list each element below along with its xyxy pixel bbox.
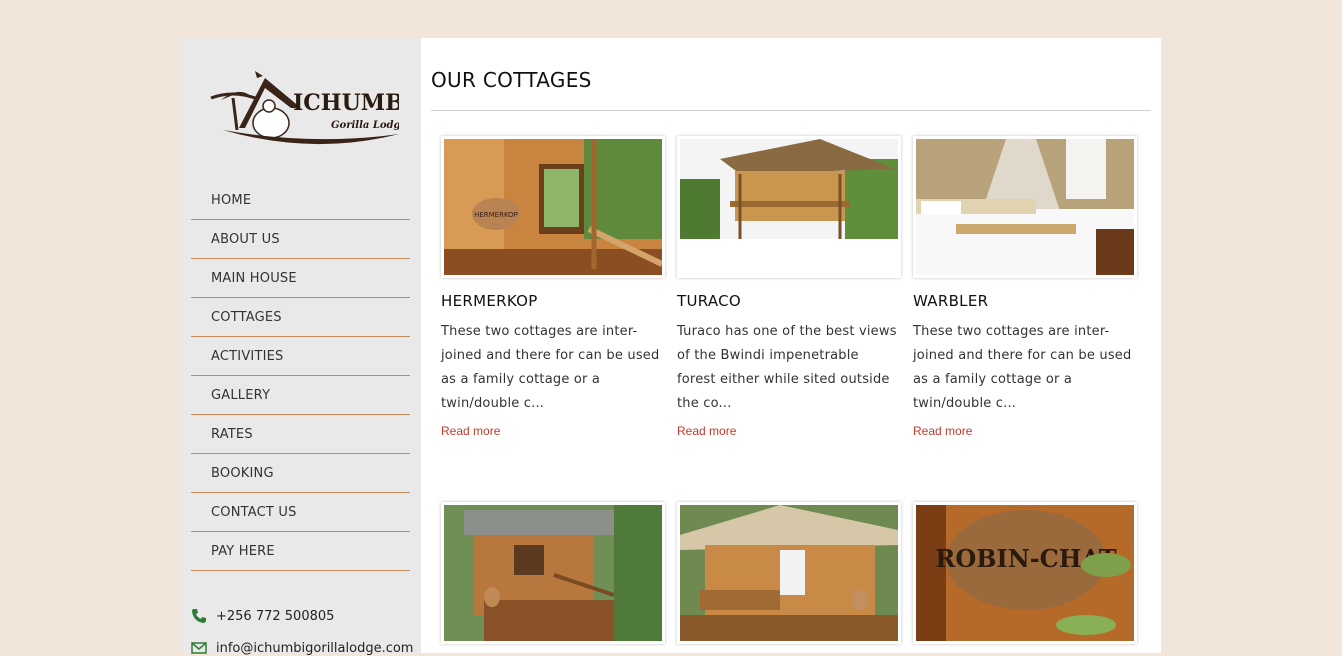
cottage-card: HERMERKOP HERMERKOP These two cottages a…: [441, 136, 665, 439]
cottage-image[interactable]: HERMERKOP: [441, 136, 665, 278]
nav-item-label: RATES: [211, 426, 253, 442]
cottage-image[interactable]: [677, 136, 901, 278]
nav-item-gallery[interactable]: GALLERY: [191, 376, 410, 415]
main-nav: HOME ABOUT US MAIN HOUSE COTTAGES ACTIVI…: [191, 181, 410, 571]
email-address: info@ichumbigorillalodge.com: [216, 640, 414, 656]
nav-item-label: HOME: [211, 192, 252, 208]
nav-item-label: BOOKING: [211, 465, 274, 481]
title-divider: [431, 110, 1151, 111]
nav-item-activities[interactable]: ACTIVITIES: [191, 337, 410, 376]
cottage-name: WARBLER: [913, 292, 989, 310]
contact-phone[interactable]: +256 772 500805: [191, 608, 334, 624]
read-more-link[interactable]: Read more: [441, 424, 500, 438]
nav-item-label: CONTACT US: [211, 504, 297, 520]
nav-item-pay-here[interactable]: PAY HERE: [191, 532, 410, 571]
read-more-link[interactable]: Read more: [677, 424, 736, 438]
cottage-card: [677, 502, 901, 653]
cottage-card: ROBIN-CHAT: [913, 502, 1137, 653]
nav-item-contact-us[interactable]: CONTACT US: [191, 493, 410, 532]
page-title: OUR COTTAGES: [431, 68, 592, 92]
nav-item-label: ABOUT US: [211, 231, 280, 247]
nav-item-rates[interactable]: RATES: [191, 415, 410, 454]
nav-item-label: GALLERY: [211, 387, 271, 403]
cottage-card: TURACO Turaco has one of the best views …: [677, 136, 901, 439]
nav-item-label: MAIN HOUSE: [211, 270, 297, 286]
logo-brand: ICHUMBI: [293, 90, 399, 116]
nav-item-label: COTTAGES: [211, 309, 282, 325]
cottage-description: Turaco has one of the best views of the …: [677, 324, 897, 411]
sign-text: HERMERKOP: [474, 211, 518, 219]
cottage-name: HERMERKOP: [441, 292, 538, 310]
nav-item-label: ACTIVITIES: [211, 348, 284, 364]
cottage-image[interactable]: [441, 502, 665, 644]
cottage-image[interactable]: [913, 136, 1137, 278]
cottage-description: These two cottages are inter-joined and …: [441, 324, 660, 411]
nav-item-home[interactable]: HOME: [191, 181, 410, 220]
cottage-image[interactable]: ROBIN-CHAT: [913, 502, 1137, 644]
envelope-icon: [191, 640, 207, 656]
main-content: OUR COTTAGES HERMERKOP HERMERKOP These t…: [421, 38, 1161, 653]
logo-tagline: Gorilla Lodge: [331, 120, 399, 131]
cottage-name: TURACO: [677, 292, 742, 310]
phone-icon: [191, 608, 207, 624]
nav-item-booking[interactable]: BOOKING: [191, 454, 410, 493]
site-logo[interactable]: ICHUMBI Gorilla Lodge: [203, 68, 414, 148]
sidebar: ICHUMBI Gorilla Lodge HOME ABOUT US MAIN…: [181, 38, 421, 656]
nav-item-label: PAY HERE: [211, 543, 275, 559]
cottage-image[interactable]: [677, 502, 901, 644]
cottage-description: These two cottages are inter-joined and …: [913, 324, 1132, 411]
nav-item-main-house[interactable]: MAIN HOUSE: [191, 259, 410, 298]
contact-email[interactable]: info@ichumbigorillalodge.com: [191, 640, 413, 656]
phone-number: +256 772 500805: [216, 608, 335, 624]
cottage-card: [441, 502, 665, 653]
cottage-card: WARBLER These two cottages are inter-joi…: [913, 136, 1137, 439]
nav-item-cottages[interactable]: COTTAGES: [191, 298, 410, 337]
read-more-link[interactable]: Read more: [913, 424, 972, 438]
nav-item-about-us[interactable]: ABOUT US: [191, 220, 410, 259]
